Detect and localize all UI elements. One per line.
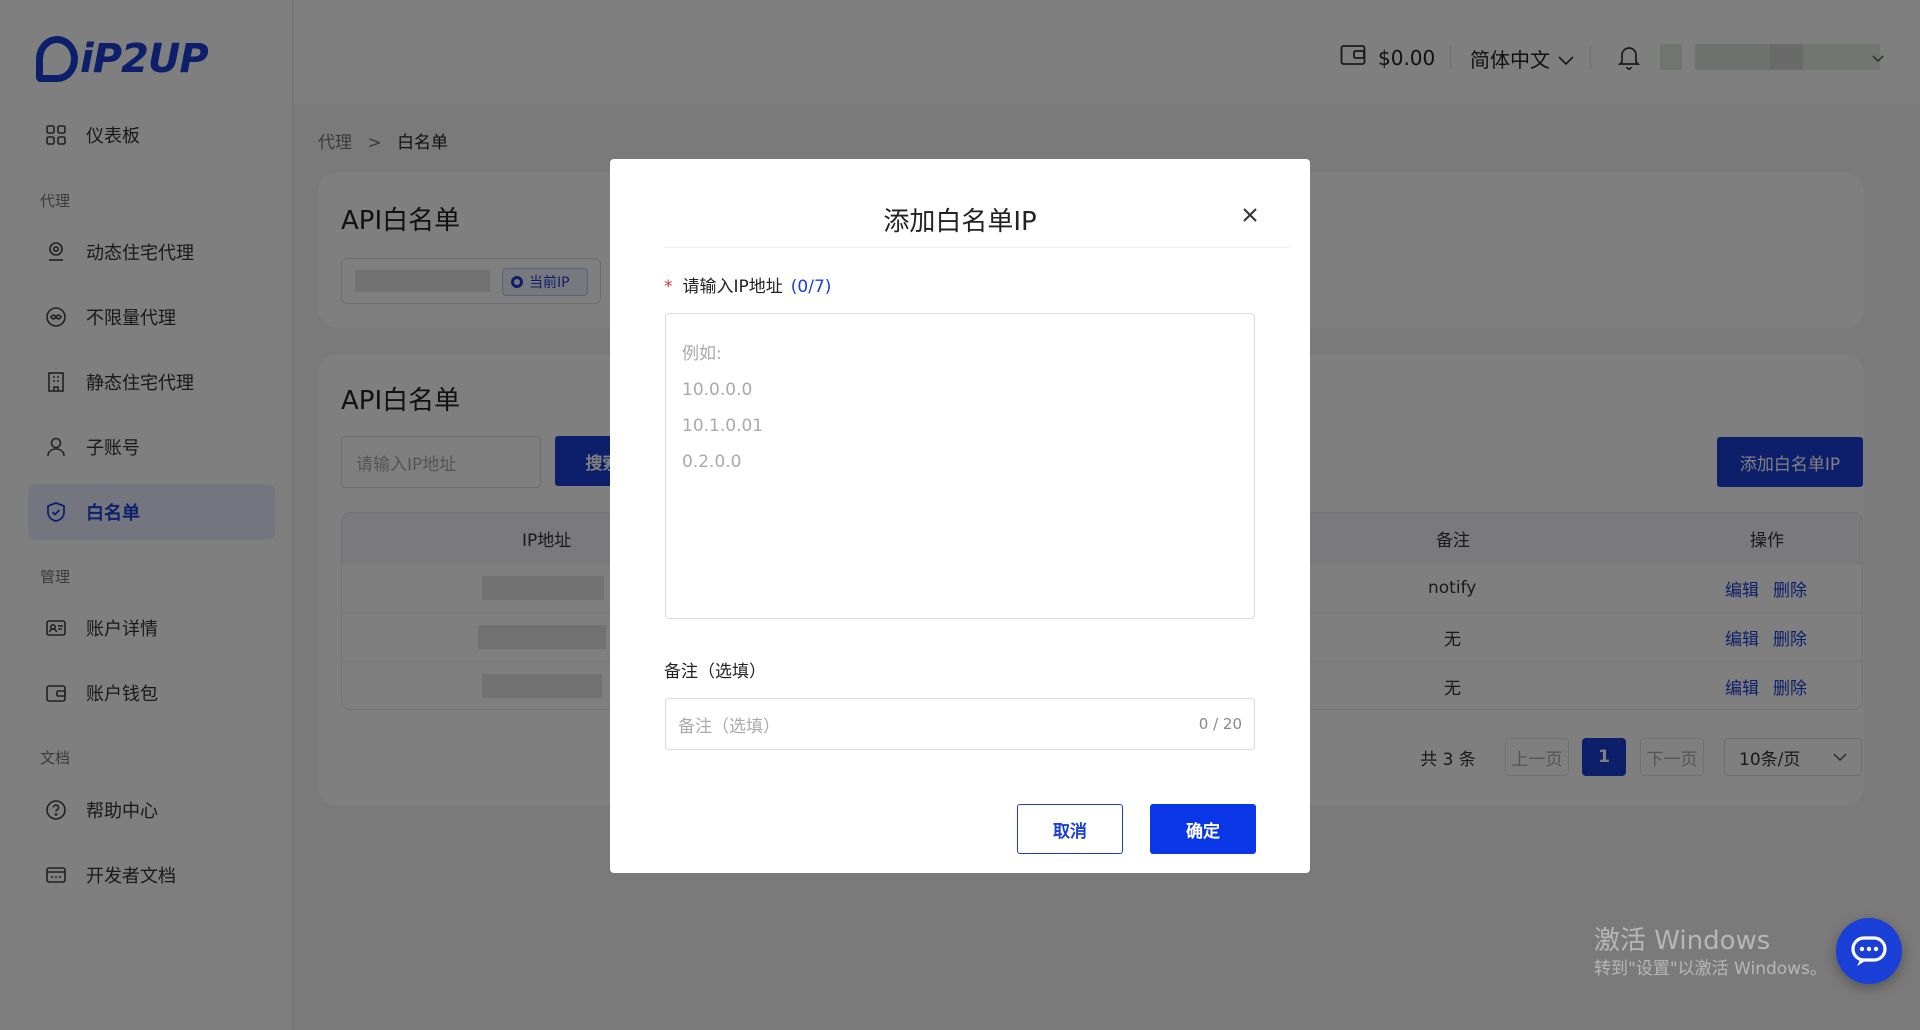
ip-label-text: 请输入IP地址: [682, 277, 783, 297]
add-whitelist-ip-dialog: 添加白名单IP * 请输入IP地址 (0/7) 例如: 10.0.0.0 10.1.…: [610, 159, 1310, 873]
placeholder-line: 10.0.0.0: [682, 380, 753, 400]
note-char-count: 0 / 20: [1198, 715, 1242, 733]
required-asterisk: *: [664, 277, 673, 297]
dialog-title: 添加白名单IP: [883, 207, 1037, 237]
note-field-label: 备注（选填）: [664, 662, 766, 682]
chat-icon: [1851, 936, 1887, 966]
note-input[interactable]: 备注（选填） 0 / 20: [665, 698, 1255, 750]
cancel-button[interactable]: 取消: [1017, 804, 1123, 854]
placeholder-line: 例如:: [682, 344, 722, 364]
ip-count: (0/7): [790, 277, 832, 297]
placeholder-line: 10.1.0.01: [682, 416, 764, 436]
windows-activation-watermark-text: 转到"设置"以激活 Windows。: [1594, 959, 1827, 979]
ip-address-textarea[interactable]: 例如: 10.0.0.0 10.1.0.01 0.2.0.0: [665, 313, 1255, 619]
windows-activation-watermark-title: 激活 Windows: [1594, 926, 1771, 956]
confirm-button[interactable]: 确定: [1150, 804, 1256, 854]
note-placeholder: 备注（选填）: [678, 716, 780, 737]
ip-field-label: * 请输入IP地址 (0/7): [664, 272, 831, 297]
dialog-divider: [664, 247, 1290, 248]
placeholder-line: 0.2.0.0: [682, 452, 742, 472]
close-icon[interactable]: [1238, 203, 1262, 227]
chat-support-button[interactable]: [1836, 918, 1902, 984]
